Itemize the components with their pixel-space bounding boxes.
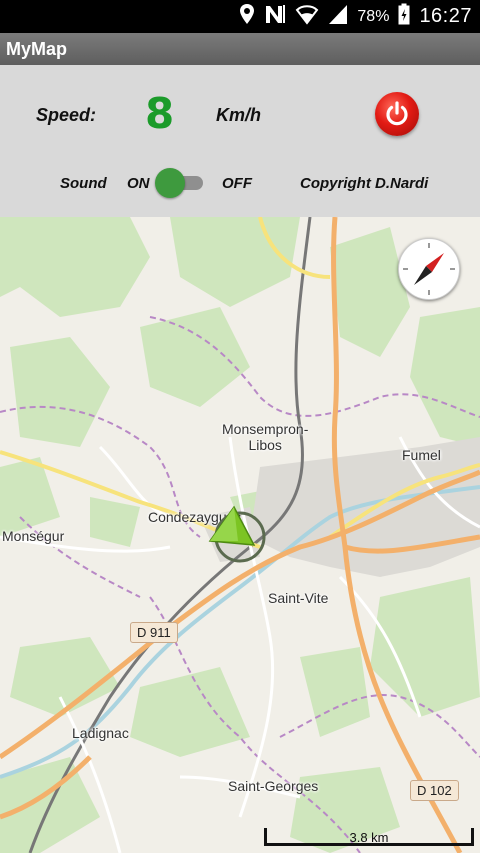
road-shield-d102: D 102 bbox=[410, 780, 459, 801]
power-icon bbox=[386, 101, 408, 126]
status-icons: 78% 16:27 bbox=[239, 0, 472, 33]
signal-icon bbox=[328, 3, 348, 30]
place-saint-vite: Saint-Vite bbox=[268, 590, 329, 606]
place-ladignac: Ladignac bbox=[72, 725, 129, 741]
battery-icon bbox=[398, 3, 410, 30]
position-arrow-icon bbox=[208, 505, 266, 563]
compass-icon bbox=[403, 243, 455, 295]
speed-value: 8 bbox=[145, 89, 175, 138]
app-bar: MyMap bbox=[0, 33, 480, 65]
sound-off-label: OFF bbox=[222, 175, 252, 192]
nfc-icon bbox=[264, 3, 286, 30]
copyright-text: Copyright D.Nardi bbox=[300, 175, 429, 192]
app-title: MyMap bbox=[6, 39, 68, 59]
current-position-marker bbox=[208, 505, 268, 565]
place-monsempron-libos: Monsempron- Libos bbox=[222, 421, 308, 453]
sound-on-label: ON bbox=[127, 175, 150, 192]
map-view[interactable]: Monsempron- Libos Fumel Condezaygues Mon… bbox=[0, 217, 480, 853]
location-icon bbox=[239, 3, 255, 30]
scale-bar: 3.8 km bbox=[264, 822, 474, 846]
road-shield-d911: D 911 bbox=[130, 622, 178, 643]
toggle-knob[interactable] bbox=[155, 168, 185, 198]
speed-label: Speed: bbox=[36, 105, 97, 125]
power-button[interactable] bbox=[375, 92, 419, 136]
clock: 16:27 bbox=[419, 5, 472, 27]
place-monsegur: Monségur bbox=[2, 528, 65, 544]
sound-label: Sound bbox=[60, 175, 107, 192]
control-panel: Speed: 8 Km/h Sound ON OFF Copyright D.N… bbox=[0, 65, 480, 217]
battery-percent: 78% bbox=[357, 7, 390, 25]
speed-unit: Km/h bbox=[216, 105, 261, 125]
sound-toggle[interactable] bbox=[155, 168, 203, 198]
place-monsempron-libos-label: Monsempron- Libos bbox=[222, 421, 309, 453]
wifi-icon bbox=[295, 3, 319, 30]
status-bar: 78% 16:27 bbox=[0, 0, 480, 33]
place-saint-georges: Saint-Georges bbox=[228, 778, 319, 794]
compass-button[interactable] bbox=[398, 238, 460, 300]
place-fumel: Fumel bbox=[402, 447, 441, 463]
scale-bar-label: 3.8 km bbox=[349, 830, 389, 845]
